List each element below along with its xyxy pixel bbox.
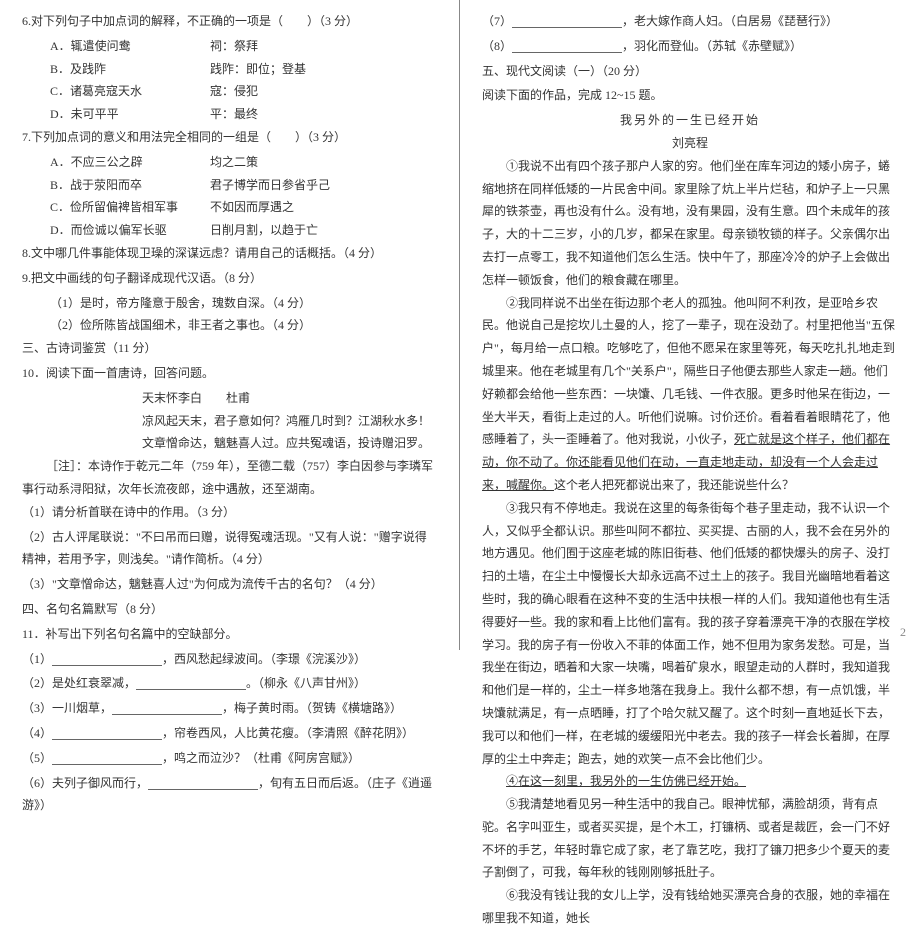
q11-3-pre: （3）一川烟草， xyxy=(22,701,112,715)
q6-A-left: A．辄遣使问鸯 xyxy=(50,35,210,58)
page-number: 2 xyxy=(900,621,906,644)
poem-title: 天末怀李白 杜甫 xyxy=(22,387,437,410)
q11-5-pre: （5） xyxy=(22,751,52,765)
para2-tail: 这个老人把死都说出来了，我还能说些什么？ xyxy=(554,478,794,492)
q8: 8.文中哪几件事能体现卫璪的深谋远虑？请用自己的话概括。（4 分） xyxy=(22,242,437,265)
blank-icon xyxy=(52,651,162,666)
q9-sub1: （1）是时，帝方隆意于殷舍，瑰数自深。（4 分） xyxy=(22,292,437,315)
q6-A-right: 祠：祭拜 xyxy=(210,35,330,58)
q11-1-post: ，西风愁起绿波间。（李璟《浣溪沙》） xyxy=(162,652,366,666)
q11-7-post: ，老大嫁作商人妇。（白居易《琵琶行》） xyxy=(622,14,838,28)
q11-1-pre: （1） xyxy=(22,652,52,666)
q7-A-left: A．不应三公之辟 xyxy=(50,151,210,174)
q11-row7: （7） ，老大嫁作商人妇。（白居易《琵琶行》） xyxy=(482,10,898,33)
q6-D-left: D．未可平平 xyxy=(50,103,210,126)
q11-3-post: ，梅子黄时雨。（贺铸《横塘路》） xyxy=(222,701,402,715)
para4-underline: ④在这一刻里，我另外的一生仿佛已经开始。 xyxy=(482,770,898,793)
para6: ⑥我没有钱让我的女儿上学，没有钱给她买漂亮合身的衣服，她的幸福在哪里我不知道，她… xyxy=(482,884,898,930)
blank-icon xyxy=(512,38,622,53)
right-column: （7） ，老大嫁作商人妇。（白居易《琵琶行》） （8） ，羽化而登仙。（苏轼《赤壁赋… xyxy=(460,0,920,650)
q6-B-right: 践阼：即位；登基 xyxy=(210,58,330,81)
section5-heading: 五、现代文阅读（一）（20 分） xyxy=(482,60,898,83)
q11-row4: （4） ，帘卷西风，人比黄花瘦。（李清照《醉花阴》） xyxy=(22,722,437,745)
para5: ⑤我清楚地看见另一种生活中的我自己。眼神忧郁，满脸胡须，背有点驼。名字叫亚生，或… xyxy=(482,793,898,884)
q9-sub2: （2）俭所陈皆战国细术，非王者之事也。（4 分） xyxy=(22,314,437,337)
q11-row2: （2）是处红衰翠减， 。（柳永《八声甘州》） xyxy=(22,672,437,695)
para1: ①我说不出有四个孩子那户人家的穷。他们坐在库车河边的矮小房子，蜷缩地挤在同样低矮… xyxy=(482,155,898,292)
reading-prompt: 阅读下面的作品，完成 12~15 题。 xyxy=(482,84,898,107)
poem-line2: 文章憎命达，魑魅喜人过。应共冤魂语，投诗赠汨罗。 xyxy=(22,432,437,455)
q9-stem: 9.把文中画线的句子翻译成现代汉语。（8 分） xyxy=(22,267,437,290)
q10-sub1: （1）请分析首联在诗中的作用。（3 分） xyxy=(22,501,437,524)
q11-row8: （8） ，羽化而登仙。（苏轼《赤壁赋》） xyxy=(482,35,898,58)
q11-2-post: 。（柳永《八声甘州》） xyxy=(246,676,366,690)
para3: ③我只有不停地走。我说在这里的每条街每个巷子里走动，我不认识一个人，又似乎全都认… xyxy=(482,497,898,771)
q7-options: A．不应三公之辟均之二策 B．战于荥阳而卒君子博学而日参省乎己 C．俭所留偏裨皆… xyxy=(22,151,437,242)
q11-row5: （5） ，鸣之而泣沙？（杜甫《阿房宫赋》） xyxy=(22,747,437,770)
q11-row1: （1） ，西风愁起绿波间。（李璟《浣溪沙》） xyxy=(22,648,437,671)
q10-sub2: （2）古人评尾联说："不曰吊而曰赠，说得冤魂活现。"又有人说："赠字说得精神，若… xyxy=(22,526,437,572)
section3-heading: 三、古诗词鉴赏（11 分） xyxy=(22,337,437,360)
para2-text: ②我同样说不出坐在街边那个老人的孤独。他叫阿不利孜，是亚哈乡农民。他说自己是挖坎… xyxy=(482,296,895,447)
left-column: 6.对下列句子中加点词的解释，不正确的一项是（ ）（3 分） A．辄遣使问鸯祠：… xyxy=(0,0,460,650)
q7-stem: 7.下列加点词的意义和用法完全相同的一组是（ ）（3 分） xyxy=(22,126,437,149)
essay-author: 刘亮程 xyxy=(482,132,898,155)
q7-A-right: 均之二策 xyxy=(210,151,330,174)
q11-6-pre: （6）夫列子御风而行， xyxy=(22,776,148,790)
q11-5-post: ，鸣之而泣沙？（杜甫《阿房宫赋》） xyxy=(162,751,360,765)
q7-C-right: 不如因而厚遇之 xyxy=(210,196,330,219)
q7-B-right: 君子博学而日参省乎己 xyxy=(210,174,330,197)
q11-4-pre: （4） xyxy=(22,726,52,740)
q7-D-right: 日削月割，以趋于亡 xyxy=(210,219,330,242)
q6-C-left: C．诸葛亮寇天水 xyxy=(50,80,210,103)
q6-stem: 6.对下列句子中加点词的解释，不正确的一项是（ ）（3 分） xyxy=(22,10,437,33)
q6-D-right: 平：最终 xyxy=(210,103,330,126)
blank-icon xyxy=(112,700,222,715)
q6-B-left: B．及践阼 xyxy=(50,58,210,81)
essay-title: 我另外的一生已经开始 xyxy=(482,109,898,132)
q11-7-pre: （7） xyxy=(482,14,512,28)
q11-8-pre: （8） xyxy=(482,39,512,53)
q11-2-pre: （2）是处红衰翠减， xyxy=(22,676,136,690)
blank-icon xyxy=(148,775,258,790)
blank-icon xyxy=(52,725,162,740)
q11-row6: （6）夫列子御风而行，，旬有五日而后返。（庄子《逍遥游》） xyxy=(22,772,437,818)
para2: ②我同样说不出坐在街边那个老人的孤独。他叫阿不利孜，是亚哈乡农民。他说自己是挖坎… xyxy=(482,292,898,497)
blank-icon xyxy=(136,675,246,690)
poem-line1: 凉风起天末，君子意如何？鸿雁几时到？江湖秋水多！ xyxy=(22,410,437,433)
q11-8-post: ，羽化而登仙。（苏轼《赤壁赋》） xyxy=(622,39,802,53)
q10-sub3: （3）"文章憎命达，魑魅喜人过"为何成为流传千古的名句？（4 分） xyxy=(22,573,437,596)
section4-heading: 四、名句名篇默写（8 分） xyxy=(22,598,437,621)
q6-options: A．辄遣使问鸯祠：祭拜 B．及践阼践阼：即位；登基 C．诸葛亮寇天水寇：侵犯 D… xyxy=(22,35,437,126)
q6-C-right: 寇：侵犯 xyxy=(210,80,330,103)
q11-4-post: ，帘卷西风，人比黄花瘦。（李清照《醉花阴》） xyxy=(162,726,414,740)
q11-row3: （3）一川烟草， ，梅子黄时雨。（贺铸《横塘路》） xyxy=(22,697,437,720)
q7-C-left: C．俭所留偏裨皆相军事 xyxy=(50,196,210,219)
poem-note: ［注］：本诗作于乾元二年（759 年），至德二载（757）李白因参与李璘军事行动… xyxy=(22,455,437,501)
blank-icon xyxy=(52,750,162,765)
q11-stem: 11．补写出下列名句名篇中的空缺部分。 xyxy=(22,623,437,646)
q7-D-left: D．而俭诚以偏军长驱 xyxy=(50,219,210,242)
q7-B-left: B．战于荥阳而卒 xyxy=(50,174,210,197)
q10-stem: 10．阅读下面一首唐诗，回答问题。 xyxy=(22,362,437,385)
blank-icon xyxy=(512,13,622,28)
